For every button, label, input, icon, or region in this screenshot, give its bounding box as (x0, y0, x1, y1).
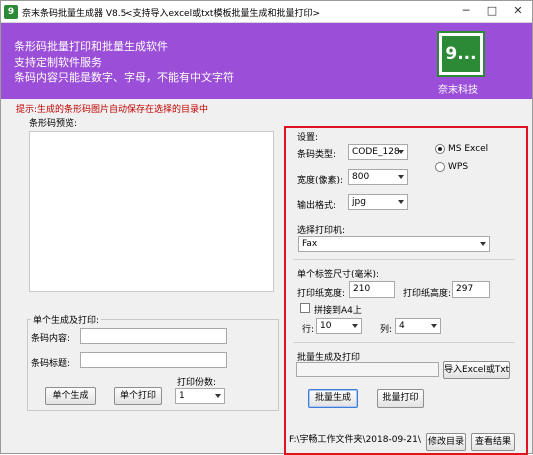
content-label: 条码内容: (31, 334, 71, 344)
single-group-title: 单个生成及打印: (31, 313, 102, 326)
radio-ms-excel[interactable] (435, 144, 445, 154)
chevron-down-icon (398, 175, 404, 179)
a4-checkbox-label: 拼接到A4上 (314, 306, 362, 316)
label-size-title: 单个标签尺寸(毫米): (297, 270, 380, 280)
rows-label: 行: (302, 325, 315, 335)
printer-value: Fax (302, 239, 318, 249)
single-print-button[interactable]: 单个打印 (114, 387, 162, 405)
cols-select[interactable]: 4 (395, 318, 441, 334)
cols-label: 列: (380, 325, 393, 335)
single-generate-button[interactable]: 单个生成 (45, 387, 96, 405)
logo-mark: 9... (442, 36, 480, 72)
barcode-type-value: CODE_128 (352, 147, 400, 157)
view-result-button[interactable]: 查看结果 (471, 433, 515, 451)
divider (293, 259, 515, 260)
format-value: jpg (352, 197, 366, 207)
copies-value: 1 (179, 391, 185, 401)
content-input[interactable] (80, 328, 227, 344)
title-bar: 9 奈末条码批量生成器 V8.5 <支持导入excel或txt模板批量生成和批量… (1, 1, 532, 23)
width-label: 宽度(像素): (297, 176, 344, 186)
title-label: 条码标题: (31, 359, 71, 369)
a4-checkbox[interactable] (300, 303, 310, 313)
barcode-type-label: 条码类型: (297, 150, 337, 160)
output-path: F:\宇畅工作文件夹\2018-09-21\莎 (289, 433, 421, 448)
window-title: 奈末条码批量生成器 V8.5 (22, 9, 127, 19)
format-label: 输出格式: (297, 201, 337, 211)
chevron-down-icon (398, 150, 404, 154)
rows-select[interactable]: 10 (316, 318, 362, 334)
brand-name: 奈末科技 (438, 85, 478, 96)
batch-file-path[interactable] (296, 362, 439, 377)
banner-line: 条码内容只能是数字、字母，不能有中文字符 (14, 71, 234, 84)
import-excel-txt-button[interactable]: 导入Excel或Txt (443, 361, 510, 379)
chevron-down-icon (431, 324, 437, 328)
maximize-button[interactable]: □ (479, 1, 505, 21)
width-select[interactable]: 800 (348, 169, 408, 185)
hint-text: 提示:生成的条形码图片自动保存在选择的目录中 (16, 105, 209, 115)
barcode-preview (29, 131, 274, 292)
close-button[interactable]: ✕ (505, 1, 531, 21)
change-directory-button[interactable]: 修改目录 (426, 433, 466, 451)
title-input[interactable] (80, 352, 227, 368)
app-icon: 9 (4, 5, 18, 19)
rows-value: 10 (320, 321, 332, 331)
width-value: 800 (352, 172, 370, 182)
radio-wps-label: WPS (448, 162, 469, 172)
copies-select[interactable]: 1 (175, 388, 225, 404)
brand-logo: 9... (437, 31, 485, 77)
paper-width-input[interactable]: 210 (349, 281, 395, 298)
preview-label: 条形码预览: (29, 119, 78, 129)
window-subtitle: <支持导入excel或txt模板批量生成和批量打印> (125, 9, 320, 19)
batch-generate-button[interactable]: 批量生成 (308, 389, 358, 408)
settings-title: 设置: (297, 133, 319, 143)
paper-height-label: 打印纸高度: (403, 289, 452, 299)
cols-value: 4 (399, 321, 405, 331)
paper-height-input[interactable]: 297 (452, 281, 490, 298)
batch-print-button[interactable]: 批量打印 (377, 389, 424, 408)
printer-label: 选择打印机: (297, 226, 346, 236)
chevron-down-icon (398, 200, 404, 204)
barcode-type-select[interactable]: CODE_128 (348, 144, 408, 160)
copies-label: 打印份数: (177, 378, 217, 388)
radio-wps[interactable] (435, 162, 445, 172)
radio-ms-excel-label: MS Excel (448, 144, 489, 154)
chevron-down-icon (215, 394, 221, 398)
chevron-down-icon (352, 324, 358, 328)
chevron-down-icon (480, 242, 486, 246)
banner-line: 条形码批量打印和批量生成软件 (14, 40, 168, 53)
paper-width-label: 打印纸宽度: (297, 289, 346, 299)
banner-line: 支持定制软件服务 (14, 56, 102, 69)
app-window: 9 奈末条码批量生成器 V8.5 <支持导入excel或txt模板批量生成和批量… (0, 0, 533, 455)
printer-select[interactable]: Fax (298, 236, 490, 252)
format-select[interactable]: jpg (348, 194, 408, 210)
divider (293, 342, 515, 343)
minimize-button[interactable]: ─ (453, 1, 479, 21)
